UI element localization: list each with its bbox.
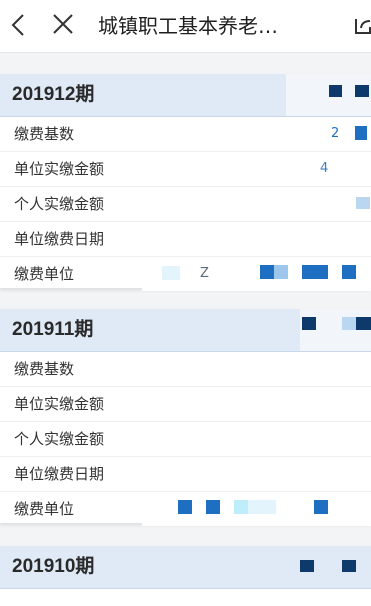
pixelated-mask [355, 126, 367, 140]
pixelated-value [142, 457, 371, 491]
nav-bar: 城镇职工基本养老… [0, 0, 371, 53]
partial-digit: Z [200, 266, 209, 281]
pixelated-mask [342, 317, 356, 330]
pixelated-mask [314, 500, 328, 514]
field-row-unit-date: 单位缴费日期 [0, 457, 371, 492]
field-row-base: 缴费基数 2 [0, 117, 371, 152]
pixelated-mask [178, 500, 192, 514]
record-header: 201912期 [0, 74, 371, 117]
pixelated-mask [300, 309, 371, 351]
field-label: 单位缴费日期 [14, 230, 105, 248]
pixelated-value [142, 387, 371, 421]
pixelated-mask [274, 265, 288, 279]
field-label: 缴费单位 [14, 500, 75, 518]
field-label: 单位实缴金额 [14, 395, 105, 413]
field-row-unit-date: 单位缴费日期 [0, 222, 371, 257]
period-label: 201912期 [12, 84, 95, 105]
field-row-base: 缴费基数 [0, 352, 371, 387]
pixelated-mask [342, 265, 356, 279]
pixelated-value: Z [142, 257, 371, 291]
record-card: 201911期 缴费基数 单位实缴金额 个人实缴金额 单位缴费日期 缴费单位 [0, 309, 371, 526]
pixelated-value [142, 222, 371, 256]
back-icon[interactable] [6, 12, 32, 38]
pixelated-mask [355, 85, 369, 97]
pixelated-value: 2 [142, 117, 371, 151]
page-title: 城镇职工基本养老… [98, 14, 278, 38]
field-label: 缴费基数 [14, 360, 75, 378]
pixelated-mask [302, 265, 328, 279]
pixelated-value: 4 [142, 152, 371, 186]
pixelated-value [142, 422, 371, 456]
period-label: 201911期 [12, 319, 94, 340]
share-icon[interactable] [352, 13, 371, 37]
field-row-unit: 缴费单位 Z [0, 257, 371, 291]
pixelated-mask [356, 197, 370, 209]
field-row-unit: 缴费单位 [0, 492, 371, 526]
pixelated-value [142, 352, 371, 386]
pixelated-mask [342, 560, 356, 572]
partial-digit: 2 [331, 126, 340, 141]
field-label: 个人实缴金额 [14, 430, 105, 448]
pixelated-mask [356, 317, 371, 330]
pixelated-mask [162, 266, 180, 280]
field-label: 缴费基数 [14, 125, 75, 143]
pixelated-mask [300, 560, 314, 572]
partial-digit: 4 [320, 161, 329, 176]
close-icon[interactable] [50, 11, 76, 37]
field-label: 缴费单位 [14, 265, 75, 283]
pixelated-mask [234, 500, 248, 514]
period-label: 201910期 [12, 556, 95, 577]
field-label: 个人实缴金额 [14, 195, 105, 213]
record-card: 201910期 [0, 546, 371, 606]
field-row-unit-paid: 单位实缴金额 4 [0, 152, 371, 187]
pixelated-mask [206, 500, 220, 514]
record-card: 201912期 缴费基数 2 单位实缴金额 4 个人实缴金额 单位缴费日期 缴费… [0, 74, 371, 291]
pixelated-value [142, 492, 371, 526]
field-row-personal-paid: 个人实缴金额 [0, 187, 371, 222]
field-row-personal-paid: 个人实缴金额 [0, 422, 371, 457]
record-header: 201910期 [0, 546, 371, 589]
field-label: 单位实缴金额 [14, 160, 105, 178]
pixelated-value [142, 187, 371, 221]
field-label: 单位缴费日期 [14, 465, 105, 483]
pixelated-mask [260, 265, 274, 279]
pixelated-mask [248, 500, 276, 514]
field-row-unit-paid: 单位实缴金额 [0, 387, 371, 422]
record-header: 201911期 [0, 309, 371, 352]
pixelated-mask [329, 85, 342, 97]
pixelated-mask [302, 317, 316, 330]
